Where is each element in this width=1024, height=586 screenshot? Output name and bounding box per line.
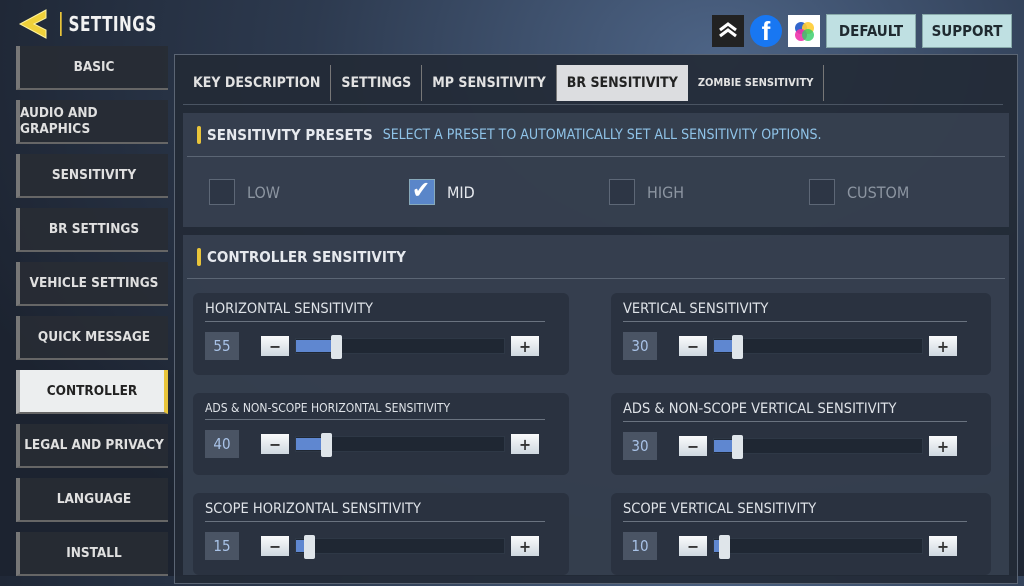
increase-button[interactable]: +	[511, 336, 539, 356]
sidebar-item-legal-and-privacy[interactable]: LEGAL AND PRIVACY	[16, 424, 168, 468]
sidebar: BASIC AUDIO AND GRAPHICS SENSITIVITY BR SET…	[16, 46, 168, 586]
slider-row: 30 − +	[623, 332, 979, 360]
slider-track[interactable]	[295, 535, 505, 559]
slider-label: ADS & NON-SCOPE HORIZONTAL SENSITIVITY	[205, 401, 545, 420]
slider-track[interactable]	[295, 433, 505, 457]
slider-label: HORIZONTAL SENSITIVITY	[205, 301, 545, 322]
slider-fill	[714, 340, 734, 352]
slider-label: ADS & NON-SCOPE VERTICAL SENSITIVITY	[623, 401, 967, 422]
tab-key-description[interactable]: KEY DESCRIPTION	[183, 64, 332, 101]
slider-track[interactable]	[713, 535, 923, 559]
controller-section: CONTROLLER SENSITIVITY HORIZONTAL SENSIT…	[183, 235, 1009, 575]
preset-mid[interactable]: MID	[409, 176, 609, 205]
slider-fill	[714, 440, 734, 452]
tab-mp-sensitivity[interactable]: MP SENSITIVITY	[422, 64, 557, 101]
preset-label: CUSTOM	[847, 182, 910, 202]
slider-thumb[interactable]	[718, 535, 730, 559]
checkbox[interactable]	[809, 179, 835, 205]
presets-section: SENSITIVITY PRESETS SELECT A PRESET TO AU…	[183, 113, 1009, 227]
preset-low[interactable]: LOW	[209, 179, 409, 205]
sidebar-item-language[interactable]: LANGUAGE	[16, 478, 168, 522]
slider-row: 10 − +	[623, 532, 979, 560]
app-icon[interactable]	[788, 15, 820, 47]
checkbox[interactable]	[609, 179, 635, 205]
preset-label: LOW	[247, 182, 281, 202]
facebook-icon[interactable]: f	[750, 15, 782, 47]
slider-thumb[interactable]	[330, 335, 342, 359]
slider-thumb[interactable]	[304, 535, 315, 559]
rank-icon[interactable]	[712, 15, 744, 47]
top-bar: f DEFAULT SUPPORT	[712, 14, 1012, 48]
default-button[interactable]: DEFAULT	[826, 14, 916, 48]
sidebar-item-install[interactable]: INSTALL	[16, 532, 168, 576]
tab-zombie-sensitivity[interactable]: ZOMBIE SENSITIVITY	[688, 64, 825, 101]
preset-label: MID	[447, 182, 475, 202]
page-title: SETTINGS	[60, 12, 157, 36]
decrease-button[interactable]: −	[261, 434, 289, 454]
increase-button[interactable]: +	[929, 336, 957, 356]
slider-value[interactable]: 30	[623, 432, 657, 460]
slider-row: 55 − +	[205, 332, 557, 360]
slider-card: SCOPE VERTICAL SENSITIVITY 10 − +	[611, 493, 991, 575]
slider-card: SCOPE HORIZONTAL SENSITIVITY 15 − +	[193, 493, 569, 575]
slider-track[interactable]	[295, 335, 505, 359]
slider-card: ADS & NON-SCOPE HORIZONTAL SENSITIVITY 40…	[193, 393, 569, 475]
sidebar-item-audio-and-graphics[interactable]: AUDIO AND GRAPHICS	[16, 100, 168, 144]
preset-high[interactable]: HIGH	[609, 179, 809, 205]
section-title: SENSITIVITY PRESETS	[207, 125, 373, 144]
tab-br-sensitivity[interactable]: BR SENSITIVITY	[556, 64, 688, 101]
slider-value[interactable]: 30	[623, 332, 657, 360]
preset-label: HIGH	[647, 182, 685, 202]
slider-fill	[296, 340, 333, 352]
decrease-button[interactable]: −	[679, 436, 707, 456]
slider-row: 30 − +	[623, 432, 979, 460]
header: SETTINGS	[16, 6, 174, 42]
slider-fill	[296, 438, 323, 450]
slider-card: VERTICAL SENSITIVITY 30 − +	[611, 293, 991, 375]
slider-card: ADS & NON-SCOPE VERTICAL SENSITIVITY 30 − +	[611, 393, 991, 475]
increase-button[interactable]: +	[511, 536, 539, 556]
decrease-button[interactable]: −	[679, 536, 707, 556]
section-description: SELECT A PRESET TO AUTOMATICALLY SET ALL…	[382, 126, 822, 143]
accent-bar	[197, 125, 201, 144]
sidebar-item-controller[interactable]: CONTROLLER	[16, 370, 168, 414]
slider-value[interactable]: 40	[205, 430, 239, 458]
settings-panel: KEY DESCRIPTION SETTINGS MP SENSITIVITY BR …	[174, 54, 1018, 584]
preset-custom[interactable]: CUSTOM	[809, 179, 1009, 205]
back-arrow-icon[interactable]	[16, 6, 52, 42]
checkbox[interactable]	[209, 179, 235, 205]
slider-value[interactable]: 55	[205, 332, 239, 360]
decrease-button[interactable]: −	[261, 336, 289, 356]
accent-bar	[197, 247, 201, 266]
slider-row: 15 − +	[205, 532, 557, 560]
slider-thumb[interactable]	[320, 433, 332, 457]
tab-settings[interactable]: SETTINGS	[331, 64, 423, 101]
decrease-button[interactable]: −	[679, 336, 707, 356]
slider-card: HORIZONTAL SENSITIVITY 55 − +	[193, 293, 569, 375]
slider-value[interactable]: 10	[623, 532, 657, 560]
increase-button[interactable]: +	[929, 436, 957, 456]
increase-button[interactable]: +	[511, 434, 539, 454]
sidebar-item-quick-message[interactable]: QUICK MESSAGE	[16, 316, 168, 360]
increase-button[interactable]: +	[929, 536, 957, 556]
slider-thumb[interactable]	[732, 435, 743, 459]
support-button[interactable]: SUPPORT	[922, 14, 1012, 48]
sidebar-item-basic[interactable]: BASIC	[16, 46, 168, 90]
slider-thumb[interactable]	[732, 335, 743, 359]
slider-row: 40 − +	[205, 430, 557, 458]
checkbox[interactable]	[409, 176, 435, 205]
sidebar-item-br-settings[interactable]: BR SETTINGS	[16, 208, 168, 252]
decrease-button[interactable]: −	[261, 536, 289, 556]
tab-bar: KEY DESCRIPTION SETTINGS MP SENSITIVITY BR …	[183, 61, 1003, 105]
slider-value[interactable]: 15	[205, 532, 239, 560]
slider-label: SCOPE HORIZONTAL SENSITIVITY	[205, 501, 545, 522]
slider-label: VERTICAL SENSITIVITY	[623, 301, 967, 322]
section-title: CONTROLLER SENSITIVITY	[207, 247, 406, 266]
sidebar-item-vehicle-settings[interactable]: VEHICLE SETTINGS	[16, 262, 168, 306]
slider-track[interactable]	[713, 335, 923, 359]
sidebar-item-sensitivity[interactable]: SENSITIVITY	[16, 154, 168, 198]
slider-label: SCOPE VERTICAL SENSITIVITY	[623, 501, 967, 522]
slider-track[interactable]	[713, 435, 923, 459]
